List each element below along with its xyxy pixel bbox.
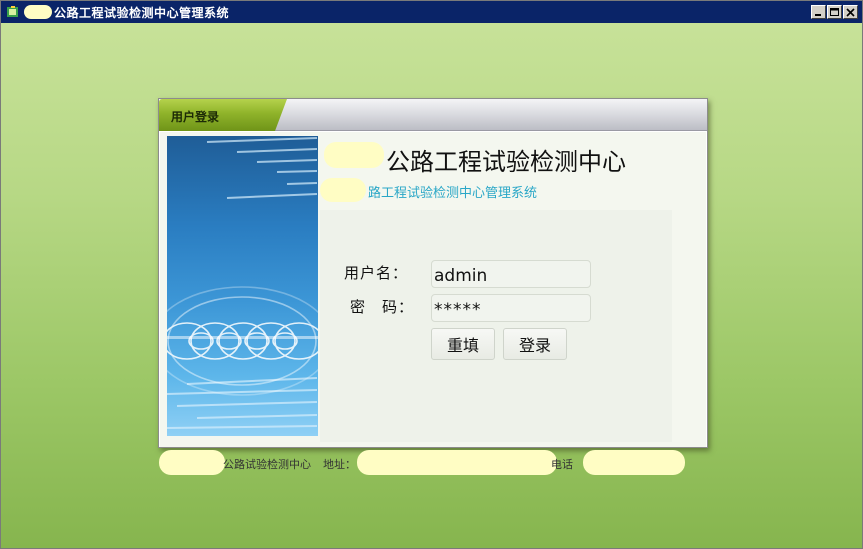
window-controls [811, 5, 858, 19]
footer-phone-label: 电话 [551, 458, 573, 471]
title-bar[interactable]: 公路工程试验检测中心管理系统 [1, 1, 862, 23]
panel-tab-label: 用户登录 [171, 110, 220, 124]
close-icon [846, 8, 855, 17]
login-panel: 用户登录 公路工程试验检测中心 路工程试验检测中心管理系统 用户名： admin… [158, 98, 708, 448]
footer-address-label: 地址： [323, 458, 356, 471]
maximize-icon [830, 8, 839, 16]
close-button[interactable] [843, 5, 858, 19]
password-label: 密 码： [350, 298, 415, 316]
system-name: 路工程试验检测中心管理系统 [368, 186, 538, 201]
login-button[interactable]: 登录 [503, 328, 567, 360]
decorative-banner-image [167, 136, 318, 436]
username-label: 用户名： [344, 264, 409, 282]
footer-organization: 公路试验检测中心 [223, 458, 311, 471]
redacted-area [159, 450, 225, 475]
app-icon [6, 5, 20, 19]
redacted-area [24, 5, 52, 19]
minimize-button[interactable] [811, 5, 826, 19]
app-window: 公路工程试验检测中心管理系统 用户登录 公路工程试验检测中心 路工程试验检测中心… [0, 0, 863, 549]
redacted-area [583, 450, 685, 475]
organization-name: 公路工程试验检测中心 [386, 148, 626, 176]
redacted-area [320, 178, 366, 202]
footer-info: 公路试验检测中心 地址： 电话 [159, 450, 689, 476]
redacted-area [357, 450, 557, 475]
panel-body: 公路工程试验检测中心 路工程试验检测中心管理系统 用户名： 密 码： 重填 登录 [160, 132, 706, 447]
password-input[interactable] [431, 294, 591, 322]
minimize-icon [815, 14, 821, 16]
reset-button[interactable]: 重填 [431, 328, 495, 360]
redacted-area [324, 142, 384, 168]
username-input[interactable] [431, 260, 591, 288]
login-form: 用户名： 密 码： 重填 登录 [320, 210, 672, 442]
window-title: 公路工程试验检测中心管理系统 [54, 5, 230, 20]
panel-header: 用户登录 [159, 99, 707, 131]
maximize-button[interactable] [827, 5, 842, 19]
